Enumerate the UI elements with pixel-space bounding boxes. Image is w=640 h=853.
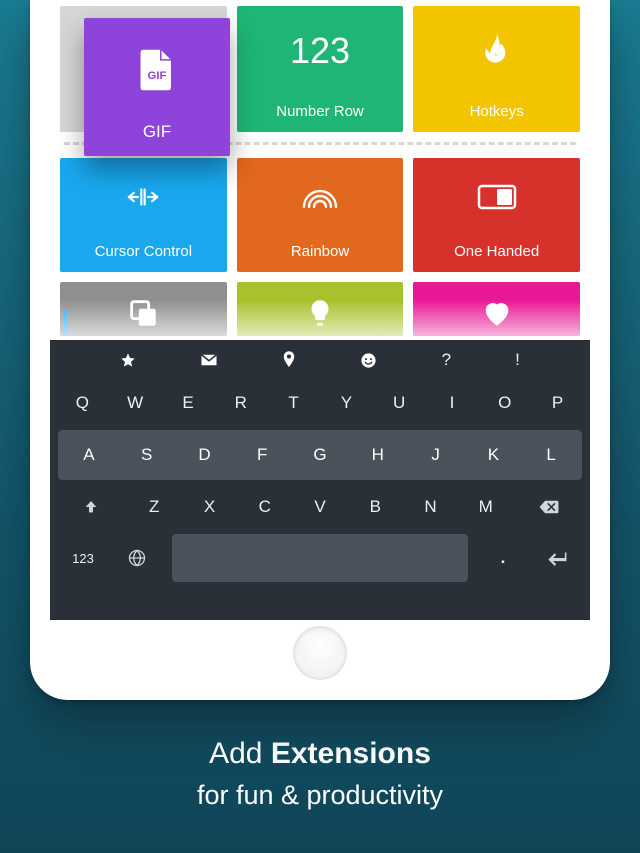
key-period[interactable]: . xyxy=(478,534,528,582)
key-i[interactable]: I xyxy=(428,380,477,426)
key-c[interactable]: C xyxy=(239,484,290,530)
keyboard-row-space: 123 . xyxy=(58,534,582,582)
extension-tile-hotkeys[interactable]: Hotkeys xyxy=(413,6,580,132)
key-s[interactable]: S xyxy=(120,430,174,480)
key-e[interactable]: E xyxy=(164,380,213,426)
extension-tile-gif-dragging[interactable]: GIF GIF xyxy=(84,18,230,156)
text-cursor xyxy=(64,310,67,336)
key-v[interactable]: V xyxy=(294,484,345,530)
keyboard-row-bottom-letters: Z X C V B N M xyxy=(58,484,582,530)
key-shift[interactable] xyxy=(58,484,125,530)
key-n[interactable]: N xyxy=(405,484,456,530)
gif-tile-label: GIF xyxy=(143,122,171,142)
flame-icon xyxy=(477,6,517,95)
mail-icon[interactable] xyxy=(200,353,218,367)
extension-tile-one-handed[interactable]: One Handed xyxy=(413,158,580,272)
heart-icon xyxy=(480,288,514,330)
key-globe[interactable] xyxy=(112,534,162,582)
key-p[interactable]: P xyxy=(533,380,582,426)
keyboard-row-qwerty: Q W E R T Y U I O P xyxy=(58,380,582,426)
key-y[interactable]: Y xyxy=(322,380,371,426)
extension-tile-favorites[interactable] xyxy=(413,282,580,336)
extension-tile-copy[interactable] xyxy=(60,282,227,336)
shortcut-exclaim[interactable]: ! xyxy=(515,350,520,370)
shortcut-question[interactable]: ? xyxy=(442,350,451,370)
bulb-icon xyxy=(303,288,337,330)
extensions-row-3 xyxy=(60,282,580,336)
key-d[interactable]: D xyxy=(178,430,232,480)
smiley-icon[interactable] xyxy=(360,352,377,369)
key-h[interactable]: H xyxy=(351,430,405,480)
rainbow-icon xyxy=(300,158,340,235)
marketing-caption: Add Extensions for fun & productivity xyxy=(197,734,443,813)
home-button[interactable] xyxy=(293,626,347,680)
one-handed-icon xyxy=(477,158,517,235)
key-m[interactable]: M xyxy=(460,484,511,530)
svg-text:GIF: GIF xyxy=(148,70,167,82)
caption-line-1: Add Extensions xyxy=(197,734,443,775)
key-t[interactable]: T xyxy=(269,380,318,426)
key-w[interactable]: W xyxy=(111,380,160,426)
key-space[interactable] xyxy=(172,534,468,582)
extensions-panel: 123 Number Row Hotkeys xyxy=(50,0,590,340)
key-x[interactable]: X xyxy=(184,484,235,530)
key-enter[interactable] xyxy=(532,534,582,582)
key-f[interactable]: F xyxy=(235,430,289,480)
extensions-row-2: Cursor Control Rainbow xyxy=(60,158,580,272)
keyboard-row-home: A S D F G H J K L xyxy=(58,430,582,480)
number-row-big-text: 123 xyxy=(290,6,350,95)
key-o[interactable]: O xyxy=(480,380,529,426)
caption-line-2: for fun & productivity xyxy=(197,777,443,813)
key-l[interactable]: L xyxy=(524,430,578,480)
keyboard: ? ! Q W E R T Y U I O P A S D F G xyxy=(50,340,590,620)
keyboard-shortcut-row: ? ! xyxy=(58,344,582,376)
key-r[interactable]: R xyxy=(216,380,265,426)
key-backspace[interactable] xyxy=(515,484,582,530)
key-q[interactable]: Q xyxy=(58,380,107,426)
key-u[interactable]: U xyxy=(375,380,424,426)
extension-tile-tips[interactable] xyxy=(237,282,404,336)
tablet-device-frame: 123 Number Row Hotkeys xyxy=(30,0,610,700)
star-icon[interactable] xyxy=(120,352,136,368)
extension-tile-number-row[interactable]: 123 Number Row xyxy=(237,6,404,132)
key-numbers[interactable]: 123 xyxy=(58,534,108,582)
gif-file-icon: GIF xyxy=(138,18,176,122)
key-z[interactable]: Z xyxy=(129,484,180,530)
extension-tile-cursor-control[interactable]: Cursor Control xyxy=(60,158,227,272)
key-j[interactable]: J xyxy=(409,430,463,480)
copy-icon xyxy=(126,288,160,330)
key-g[interactable]: G xyxy=(293,430,347,480)
screen: 123 Number Row Hotkeys xyxy=(50,0,590,620)
key-a[interactable]: A xyxy=(62,430,116,480)
cursor-split-icon xyxy=(123,158,163,235)
pin-icon[interactable] xyxy=(282,351,296,369)
extension-tile-rainbow[interactable]: Rainbow xyxy=(237,158,404,272)
key-b[interactable]: B xyxy=(350,484,401,530)
key-k[interactable]: K xyxy=(466,430,520,480)
